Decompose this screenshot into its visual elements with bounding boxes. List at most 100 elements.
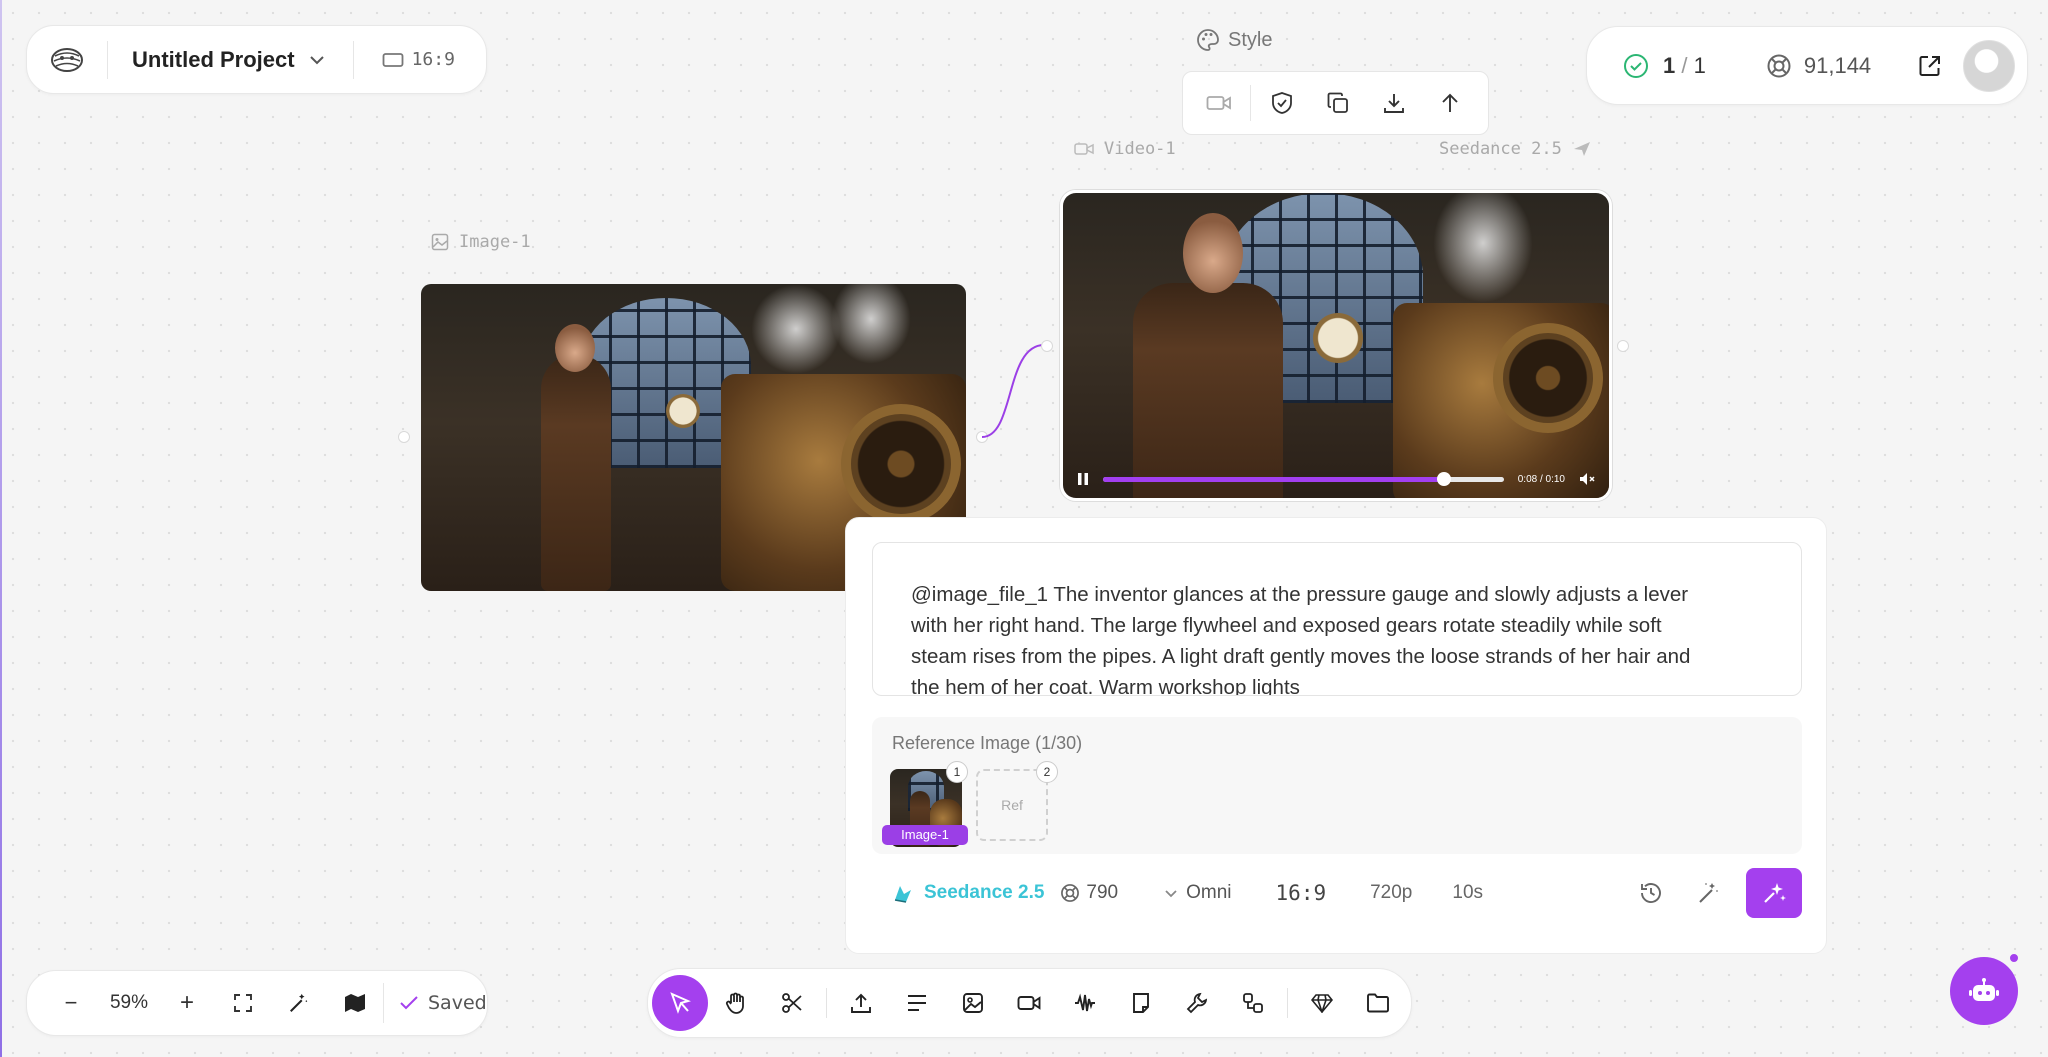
video-node-player[interactable]: 0:08 / 0:10 <box>1060 190 1612 501</box>
zoom-in-label: + <box>179 989 194 1016</box>
chevron-down-icon <box>309 55 325 65</box>
add-reference-label: Ref <box>1001 797 1023 813</box>
video-progress-fill <box>1103 476 1444 482</box>
zoom-out-button[interactable]: − <box>43 979 99 1027</box>
aspect-ratio-icon <box>382 52 404 68</box>
nodes-icon[interactable] <box>1225 975 1281 1031</box>
video-time: 0:08 / 0:10 <box>1517 473 1565 485</box>
project-title: Untitled Project <box>132 46 295 72</box>
video-output-port[interactable] <box>1617 340 1629 352</box>
duration-option[interactable]: 10s <box>1452 882 1483 904</box>
history-icon[interactable] <box>1630 872 1672 914</box>
aspect-ratio-option[interactable]: 16:9 <box>1276 881 1327 905</box>
resolution-option[interactable]: 720p <box>1370 882 1412 904</box>
image-node-title: Image-1 <box>459 232 531 252</box>
image-icon[interactable] <box>945 975 1001 1031</box>
model-bird-icon <box>1572 140 1592 158</box>
zoom-in-button[interactable]: + <box>159 979 215 1027</box>
tasks-total: 1 <box>1693 52 1706 78</box>
divider <box>383 983 384 1023</box>
credits-balance[interactable]: 91,144 <box>1766 53 1871 79</box>
divider <box>1250 85 1251 121</box>
add-reference-slot[interactable]: Ref <box>976 769 1048 841</box>
save-status: Saved <box>400 992 487 1014</box>
tool-palette <box>647 968 1412 1038</box>
model-icon <box>892 882 914 904</box>
fit-screen-icon[interactable] <box>215 979 271 1027</box>
video-model-label: Seedance 2.5 <box>1439 139 1592 159</box>
cursor-icon[interactable] <box>652 975 708 1031</box>
zoom-bar: − 59% + Saved <box>26 970 488 1036</box>
generation-actions <box>1630 868 1802 918</box>
node-toolbar <box>1182 71 1489 135</box>
map-icon[interactable] <box>327 979 383 1027</box>
project-title-dropdown[interactable]: Untitled Project <box>108 26 353 93</box>
aspect-ratio-selector[interactable]: 16:9 <box>354 49 455 70</box>
check-circle-icon <box>1623 53 1649 79</box>
video-icon <box>1074 141 1094 157</box>
user-avatar[interactable] <box>1963 39 2016 92</box>
mode-dropdown[interactable]: Omni <box>1164 882 1232 904</box>
style-label: Style <box>1228 28 1273 51</box>
video-controls: 0:08 / 0:10 <box>1077 466 1595 492</box>
generation-panel: @image_file_1 The inventor glances at th… <box>845 517 1827 954</box>
mode-value: Omni <box>1186 882 1232 903</box>
status-bar: 1 / 1 91,144 <box>1586 26 2028 105</box>
video-camera-icon[interactable] <box>1191 79 1247 127</box>
external-link-icon[interactable] <box>1915 51 1945 81</box>
prompt-text[interactable]: @image_file_1 The inventor glances at th… <box>911 579 1701 695</box>
zoom-level[interactable]: 59% <box>99 992 159 1014</box>
generate-button[interactable] <box>1746 868 1802 918</box>
copy-icon[interactable] <box>1310 79 1366 127</box>
reference-slot-number: 1 <box>946 761 968 783</box>
audio-wave-icon[interactable] <box>1057 975 1113 1031</box>
video-input-port[interactable] <box>1041 340 1053 352</box>
note-icon[interactable] <box>1113 975 1169 1031</box>
video-progress-handle[interactable] <box>1436 471 1451 486</box>
folder-icon[interactable] <box>1350 975 1406 1031</box>
canvas-left-edge <box>0 0 2 1057</box>
tasks-done: 1 <box>1663 52 1676 78</box>
prompt-input[interactable]: @image_file_1 The inventor glances at th… <box>872 542 1802 696</box>
chevron-down-icon <box>1164 889 1178 898</box>
reference-images: Reference Image (1/30) 1 Image-1 Ref 2 <box>872 717 1802 854</box>
style-button[interactable]: Style <box>1196 28 1272 52</box>
video-progress-bar[interactable] <box>1103 471 1504 486</box>
upload-icon[interactable] <box>833 975 889 1031</box>
wrench-icon[interactable] <box>1169 975 1225 1031</box>
generation-cost: 790 <box>1060 882 1118 904</box>
mute-icon[interactable] <box>1579 472 1595 486</box>
reference-tag: Image-1 <box>882 825 968 845</box>
assistant-button[interactable] <box>1950 957 2018 1025</box>
text-align-icon[interactable] <box>889 975 945 1031</box>
pause-icon[interactable] <box>1077 472 1089 486</box>
task-counter[interactable]: 1 / 1 <box>1623 53 1706 79</box>
shield-check-icon[interactable] <box>1254 79 1310 127</box>
magic-wand-icon[interactable] <box>271 979 327 1027</box>
video-node-label: Video-1 <box>1074 139 1176 159</box>
zoom-out-label: − <box>64 990 78 1015</box>
sparkle-icon <box>1761 880 1787 906</box>
hand-icon[interactable] <box>708 975 764 1031</box>
model-selector[interactable]: Seedance 2.5 <box>924 882 1044 904</box>
arrow-up-icon[interactable] <box>1422 79 1478 127</box>
save-status-text: Saved <box>428 992 487 1014</box>
palette-icon <box>1196 28 1220 52</box>
credits-value: 91,144 <box>1803 52 1872 78</box>
aspect-ratio-value: 16:9 <box>411 49 455 70</box>
gem-icon[interactable] <box>1294 975 1350 1031</box>
check-icon <box>400 996 418 1010</box>
download-icon[interactable] <box>1366 79 1422 127</box>
image-input-port[interactable] <box>398 431 410 443</box>
video-node-title: Video-1 <box>1104 139 1176 159</box>
video-icon[interactable] <box>1001 975 1057 1031</box>
magic-wand-icon[interactable] <box>1688 872 1730 914</box>
generation-cost-value: 790 <box>1086 882 1119 903</box>
generation-settings: Seedance 2.5 790 Omni 16:9 720p 10s <box>892 866 1802 920</box>
app-logo-icon[interactable] <box>27 25 107 94</box>
image-node-label: Image-1 <box>431 232 531 252</box>
video-model-name: Seedance 2.5 <box>1439 139 1562 159</box>
credit-coin-icon <box>1766 53 1792 79</box>
divider <box>826 988 827 1018</box>
scissors-icon[interactable] <box>764 975 820 1031</box>
